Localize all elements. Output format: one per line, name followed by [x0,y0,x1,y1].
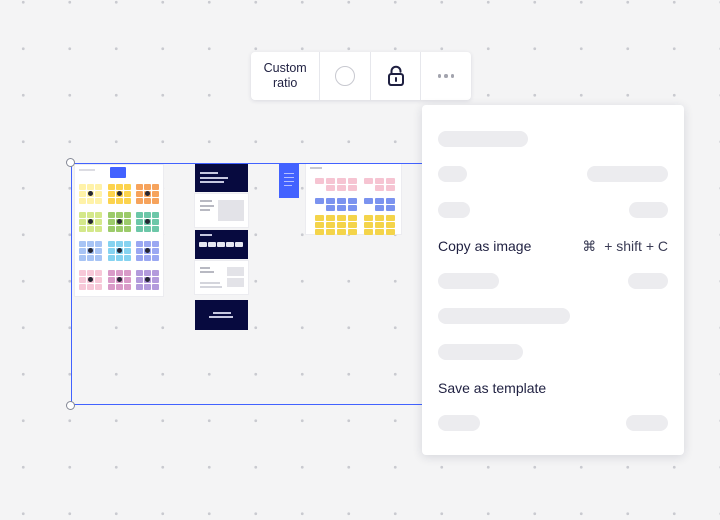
shape-button[interactable] [319,52,370,100]
resize-handle-bottom-left[interactable] [66,401,75,410]
unlock-icon [387,65,404,86]
menu-item-placeholder[interactable] [438,308,570,324]
shortcut-placeholder [626,415,668,431]
menu-item-placeholder[interactable] [438,166,467,182]
copy-as-image-shortcut: ⌘ + shift + C [582,238,668,254]
more-options-button[interactable] [420,52,471,100]
lock-button[interactable] [369,52,421,100]
copy-as-image-item[interactable]: Copy as image [438,238,531,254]
menu-item-placeholder[interactable] [438,344,523,360]
shortcut-placeholder [629,202,668,218]
selection-frame[interactable] [66,158,431,410]
menu-item-placeholder[interactable] [438,202,470,218]
shortcut-placeholder [587,166,668,182]
menu-item-placeholder[interactable] [438,273,499,289]
shortcut-keys: + shift + C [604,238,668,254]
shortcut-placeholder [628,273,668,289]
custom-ratio-label-line1: Custom [263,61,307,75]
more-dots-icon [437,74,455,78]
custom-ratio-label-line2: ratio [273,76,298,90]
menu-item-placeholder[interactable] [438,415,480,431]
menu-item-placeholder[interactable] [438,131,528,147]
selection-toolbar: Custom ratio [251,52,471,100]
resize-handle-top-left[interactable] [66,158,75,167]
context-menu: Copy as image ⌘ + shift + C Save as temp… [422,105,684,455]
circle-icon [335,66,356,86]
command-key-icon: ⌘ [582,238,597,254]
save-as-template-item[interactable]: Save as template [438,380,546,396]
custom-ratio-button[interactable]: Custom ratio [251,52,319,100]
